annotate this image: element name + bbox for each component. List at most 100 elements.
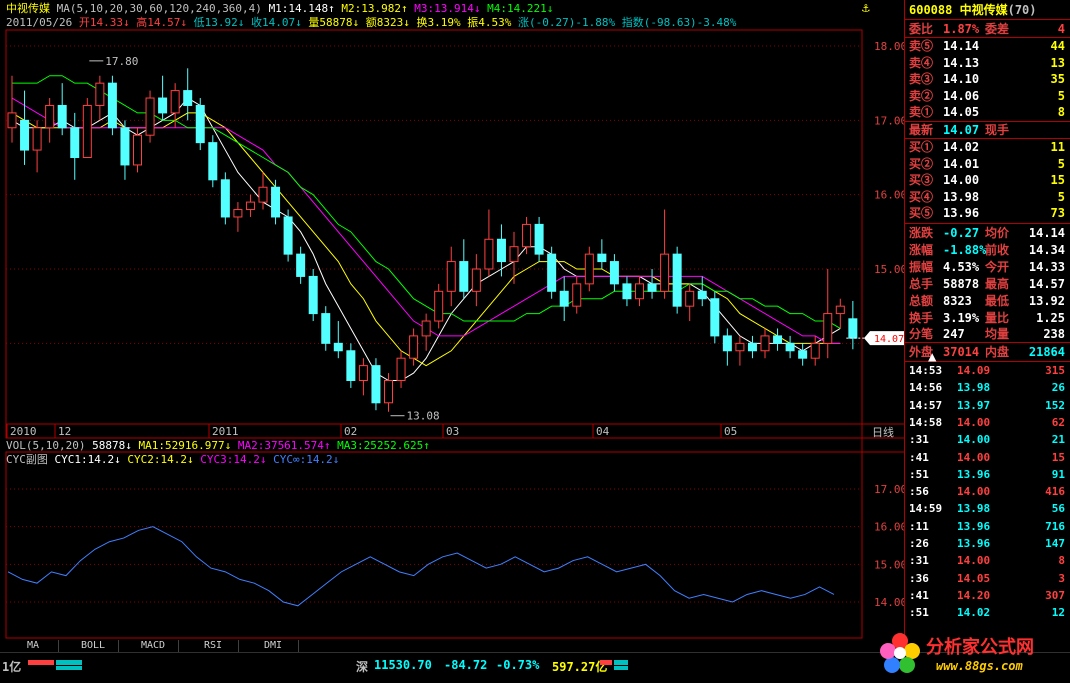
- peak-label: 17.80: [105, 55, 138, 68]
- date-label: 2010: [10, 425, 37, 438]
- tab-macd[interactable]: MACD: [128, 640, 179, 652]
- row-value: 247: [943, 327, 965, 342]
- buy-level-row: 买⑤ 13.96 73: [907, 205, 1065, 221]
- row-value: 14.06: [943, 88, 980, 103]
- tab-boll[interactable]: BOLL: [68, 640, 119, 652]
- status-bar: 1亿 深 11530.70 -84.72 -0.73% 597.27亿 分析家公…: [0, 633, 1070, 683]
- price-tick-label: 18.00: [874, 40, 904, 53]
- diff-value: 4: [1057, 22, 1065, 36]
- stat-row: 振幅 4.53% 今开 14.33: [907, 259, 1065, 275]
- tick-row: :51 14.02 12: [907, 605, 1065, 621]
- status-index-pct: -0.73%: [496, 658, 540, 672]
- tick-price: 14.09: [957, 364, 991, 377]
- row-value: 14.01: [943, 156, 980, 171]
- candle-body: [484, 238, 494, 270]
- row-label: 买③: [909, 173, 934, 188]
- candle-body: [7, 112, 17, 129]
- tick-row: 14:59 13.98 56: [907, 501, 1065, 517]
- candle-body: [597, 253, 607, 263]
- tick-volume: 21: [1051, 433, 1065, 447]
- tick-row: :31 14.00 21: [907, 432, 1065, 448]
- status-right-bars: [600, 660, 628, 670]
- candle-body: [183, 90, 193, 106]
- candle-body: [220, 179, 230, 218]
- candle-body: [496, 238, 506, 263]
- candle-body: [672, 253, 682, 307]
- sell-level-row: 卖④ 14.13 13: [907, 55, 1065, 71]
- tick-time: :11: [909, 519, 929, 533]
- date-labels: 2010 12 2011 02 03 04 05 日线: [6, 424, 894, 439]
- row-label: 涨跌: [909, 226, 934, 240]
- tick-volume: 91: [1051, 467, 1065, 481]
- row-value: 14.05: [943, 105, 980, 120]
- cyc-tick-label: 16.00: [874, 521, 904, 534]
- price-frame: [5, 29, 863, 439]
- tick-time: :41: [909, 450, 929, 464]
- annotations: 17.80 13.08 14.07: [89, 55, 904, 423]
- chart-area[interactable]: 2010 12 2011 02 03 04 05 日线 18.00 17.00 16.00 15.0…: [0, 0, 904, 640]
- candle-body: [509, 246, 519, 263]
- cyc-grid: [6, 488, 862, 603]
- candle-body: [747, 342, 757, 352]
- tab-ma[interactable]: MA: [8, 640, 59, 652]
- cyc-frame: [5, 451, 863, 639]
- row-value-2: 5: [1057, 156, 1065, 171]
- tick-time: :56: [909, 485, 929, 499]
- tab-dmi[interactable]: DMI: [248, 640, 299, 652]
- row-value: 14.00: [943, 173, 980, 188]
- row-label: 买①: [909, 140, 934, 154]
- tick-row: :11 13.96 716: [907, 519, 1065, 535]
- tick-volume: 62: [1051, 415, 1065, 429]
- candle-body: [409, 335, 419, 359]
- candle-body: [760, 335, 770, 352]
- sell-level-row: 卖① 14.05 8: [907, 104, 1065, 120]
- candle-body: [45, 104, 55, 129]
- tick-row: :26 13.96 147: [907, 536, 1065, 552]
- row-value: 14.10: [943, 72, 980, 87]
- candle-body: [421, 320, 431, 337]
- tab-rsi[interactable]: RSI: [188, 640, 239, 652]
- row-value-2: 1.25: [1036, 310, 1065, 325]
- tick-volume: 716: [1045, 519, 1065, 533]
- candle-body: [371, 365, 381, 404]
- cyc-tick-label: 15.00: [874, 558, 904, 571]
- row-label: 振幅: [909, 259, 934, 274]
- candle-body: [785, 342, 795, 352]
- row-label-2: 均价: [985, 226, 1010, 240]
- tick-volume: 315: [1045, 364, 1065, 377]
- stock-name-panel: 中视传媒: [959, 3, 1008, 17]
- tick-time: 14:57: [909, 398, 943, 412]
- tick-time: :51: [909, 467, 929, 481]
- tick-price: 13.96: [957, 519, 991, 533]
- vol-ma2: MA2:37561.574↑: [237, 439, 331, 452]
- candle-body: [358, 365, 368, 381]
- candle-body: [145, 97, 155, 136]
- outer-value: 37014: [943, 345, 980, 359]
- date-label: 03: [446, 425, 459, 438]
- tick-row: :56 14.00 416: [907, 484, 1065, 500]
- candle-body: [471, 268, 481, 292]
- flower-icon: [880, 633, 920, 673]
- row-value: -1.88%: [943, 242, 987, 257]
- cyc-cinf: CYC∞:14.2↓: [273, 453, 340, 466]
- candle-body: [308, 275, 318, 315]
- inner-value: 21864: [1028, 345, 1065, 359]
- tick-volume: 12: [1051, 606, 1065, 620]
- tick-price: 14.00: [957, 485, 991, 499]
- tick-row: :31 14.00 8: [907, 553, 1065, 569]
- row-value-2: 13: [1050, 55, 1065, 70]
- row-value-2: 5: [1057, 189, 1065, 204]
- candle-body: [258, 186, 268, 203]
- candle-body: [170, 90, 180, 114]
- tick-time: 14:56: [909, 381, 943, 395]
- tick-price: 14.00: [957, 554, 991, 568]
- vol-value: 58878↓: [92, 439, 132, 452]
- row-label: 分笔: [909, 327, 934, 342]
- row-value-2: 5: [1057, 88, 1065, 103]
- row-value-2: 238: [1043, 327, 1065, 342]
- row-value-2: 14.57: [1028, 276, 1065, 291]
- candle-body: [722, 335, 732, 352]
- buy-level-row: 买① 14.02 11: [907, 139, 1065, 155]
- vol-header: VOL(5,10,20) 58878↓ MA1:52916.977↓ MA2:3…: [6, 439, 430, 453]
- tick-time: 14:53: [909, 364, 943, 377]
